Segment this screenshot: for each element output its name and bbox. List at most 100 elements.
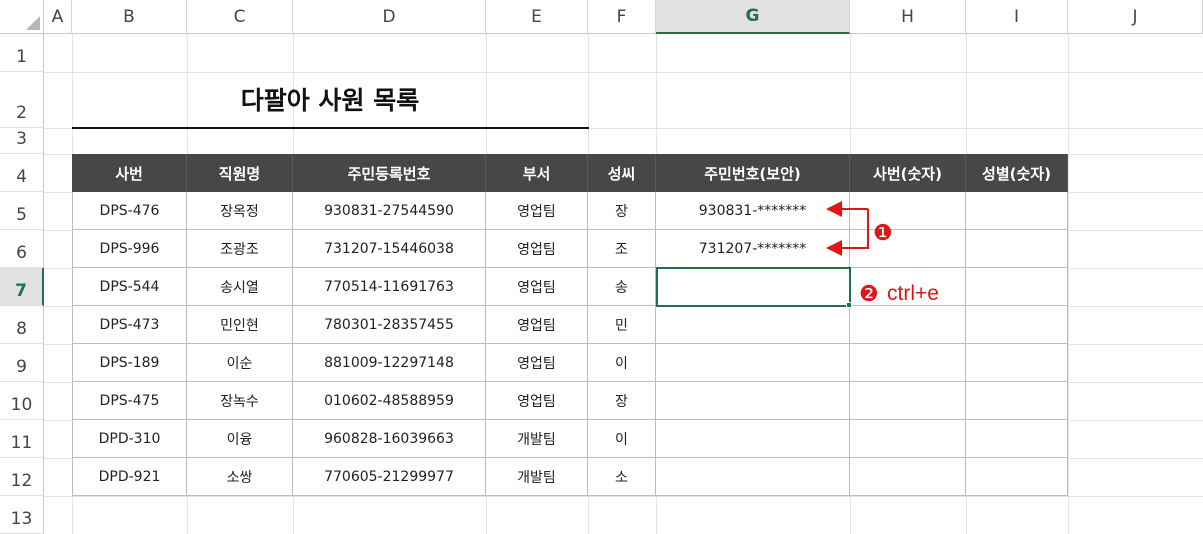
row-header-8[interactable]: 8 xyxy=(0,306,44,344)
table-cell[interactable]: 이 xyxy=(588,420,656,458)
row-header-11[interactable]: 11 xyxy=(0,420,44,458)
table-cell[interactable] xyxy=(850,306,966,344)
table-cell[interactable] xyxy=(966,420,1068,458)
title-underline xyxy=(72,127,589,129)
gridline-vertical xyxy=(1068,34,1069,534)
table-cell[interactable]: 소 xyxy=(588,458,656,496)
table-cell[interactable]: 영업팀 xyxy=(486,230,588,268)
table-cell[interactable] xyxy=(966,268,1068,306)
row-header-1[interactable]: 1 xyxy=(0,34,44,72)
select-all-corner[interactable] xyxy=(0,0,44,34)
table-cell[interactable]: 이순 xyxy=(187,344,293,382)
table-cell[interactable] xyxy=(850,382,966,420)
table-cell[interactable]: DPD-921 xyxy=(72,458,187,496)
table-cell[interactable]: 881009-12297148 xyxy=(293,344,486,382)
table-cell[interactable]: 770514-11691763 xyxy=(293,268,486,306)
row-header-7[interactable]: 7 xyxy=(0,268,44,306)
table-cell[interactable]: 송 xyxy=(588,268,656,306)
table-cell[interactable]: DPS-544 xyxy=(72,268,187,306)
table-cell[interactable] xyxy=(656,344,850,382)
table-cell[interactable] xyxy=(850,458,966,496)
table-header-cell[interactable]: 주민등록번호 xyxy=(293,154,486,192)
row-header-6[interactable]: 6 xyxy=(0,230,44,268)
table-cell[interactable]: 장녹수 xyxy=(187,382,293,420)
column-header-b[interactable]: B xyxy=(72,0,187,34)
table-cell[interactable] xyxy=(966,230,1068,268)
row-header-3[interactable]: 3 xyxy=(0,128,44,154)
table-header-cell[interactable]: 주민번호(보안) xyxy=(656,154,850,192)
row-header-12[interactable]: 12 xyxy=(0,458,44,496)
table-cell[interactable]: DPS-476 xyxy=(72,192,187,230)
table-cell[interactable]: 영업팀 xyxy=(486,344,588,382)
step2-badge: ❷ xyxy=(859,281,879,306)
table-header-cell[interactable]: 성씨 xyxy=(588,154,656,192)
table-cell[interactable] xyxy=(656,306,850,344)
active-cell-g7[interactable] xyxy=(656,267,851,307)
table-cell[interactable]: 이융 xyxy=(187,420,293,458)
table-cell[interactable] xyxy=(966,382,1068,420)
column-header-filler xyxy=(1170,0,1203,34)
table-cell[interactable] xyxy=(850,344,966,382)
row-header-13[interactable]: 13 xyxy=(0,496,44,534)
table-cell[interactable]: 개발팀 xyxy=(486,458,588,496)
row-header-5[interactable]: 5 xyxy=(0,192,44,230)
column-header-g[interactable]: G xyxy=(656,0,850,34)
table-cell[interactable]: 소쌍 xyxy=(187,458,293,496)
step1-badge: ❶ xyxy=(873,220,893,245)
table-cell[interactable]: 송시열 xyxy=(187,268,293,306)
table-cell[interactable]: 민 xyxy=(588,306,656,344)
table-cell[interactable]: DPD-310 xyxy=(72,420,187,458)
table-cell[interactable] xyxy=(656,420,850,458)
table-cell[interactable]: 960828-16039663 xyxy=(293,420,486,458)
column-header-e[interactable]: E xyxy=(486,0,588,34)
table-header-cell[interactable]: 성별(숫자) xyxy=(966,154,1068,192)
select-all-triangle-icon xyxy=(26,16,40,30)
table-cell[interactable]: 영업팀 xyxy=(486,382,588,420)
table-cell[interactable]: DPS-189 xyxy=(72,344,187,382)
row-header-4[interactable]: 4 xyxy=(0,154,44,192)
table-cell[interactable]: DPS-473 xyxy=(72,306,187,344)
table-cell[interactable] xyxy=(966,192,1068,230)
table-cell[interactable]: 770605-21299977 xyxy=(293,458,486,496)
table-cell[interactable] xyxy=(966,344,1068,382)
table-cell[interactable]: 이 xyxy=(588,344,656,382)
table-cell[interactable]: DPS-475 xyxy=(72,382,187,420)
row-header-10[interactable]: 10 xyxy=(0,382,44,420)
column-header-h[interactable]: H xyxy=(850,0,966,34)
column-header-i[interactable]: I xyxy=(966,0,1068,34)
table-header-cell[interactable]: 사번(숫자) xyxy=(850,154,966,192)
fill-handle[interactable] xyxy=(846,302,852,308)
table-cell[interactable] xyxy=(656,458,850,496)
table-cell[interactable]: 장 xyxy=(588,192,656,230)
row-header-2[interactable]: 2 xyxy=(0,72,44,128)
table-cell[interactable] xyxy=(656,382,850,420)
table-cell[interactable]: 010602-48588959 xyxy=(293,382,486,420)
table-cell[interactable] xyxy=(966,306,1068,344)
table-header-cell[interactable]: 사번 xyxy=(72,154,187,192)
table-cell[interactable] xyxy=(850,420,966,458)
table-cell[interactable] xyxy=(966,458,1068,496)
table-cell[interactable]: 780301-28357455 xyxy=(293,306,486,344)
table-header-cell[interactable]: 부서 xyxy=(486,154,588,192)
sheet-title: 다팔아 사원 목록 xyxy=(240,86,420,115)
table-cell[interactable]: 영업팀 xyxy=(486,306,588,344)
table-cell[interactable]: 장옥정 xyxy=(187,192,293,230)
table-cell[interactable]: 731207-15446038 xyxy=(293,230,486,268)
table-cell[interactable]: 영업팀 xyxy=(486,268,588,306)
table-cell[interactable]: 영업팀 xyxy=(486,192,588,230)
table-header-cell[interactable]: 직원명 xyxy=(187,154,293,192)
table-cell[interactable]: 조 xyxy=(588,230,656,268)
table-cell[interactable]: 조광조 xyxy=(187,230,293,268)
table-cell[interactable]: 개발팀 xyxy=(486,420,588,458)
table-cell[interactable]: 장 xyxy=(588,382,656,420)
column-header-a[interactable]: A xyxy=(44,0,72,34)
column-header-c[interactable]: C xyxy=(187,0,293,34)
column-header-f[interactable]: F xyxy=(588,0,656,34)
column-header-d[interactable]: D xyxy=(293,0,486,34)
table-cell[interactable]: 민인현 xyxy=(187,306,293,344)
row-header-9[interactable]: 9 xyxy=(0,344,44,382)
gridline-horizontal xyxy=(44,496,1203,497)
table-cell[interactable]: 930831-27544590 xyxy=(293,192,486,230)
annotation-bracket-arrows xyxy=(826,201,869,256)
table-cell[interactable]: DPS-996 xyxy=(72,230,187,268)
